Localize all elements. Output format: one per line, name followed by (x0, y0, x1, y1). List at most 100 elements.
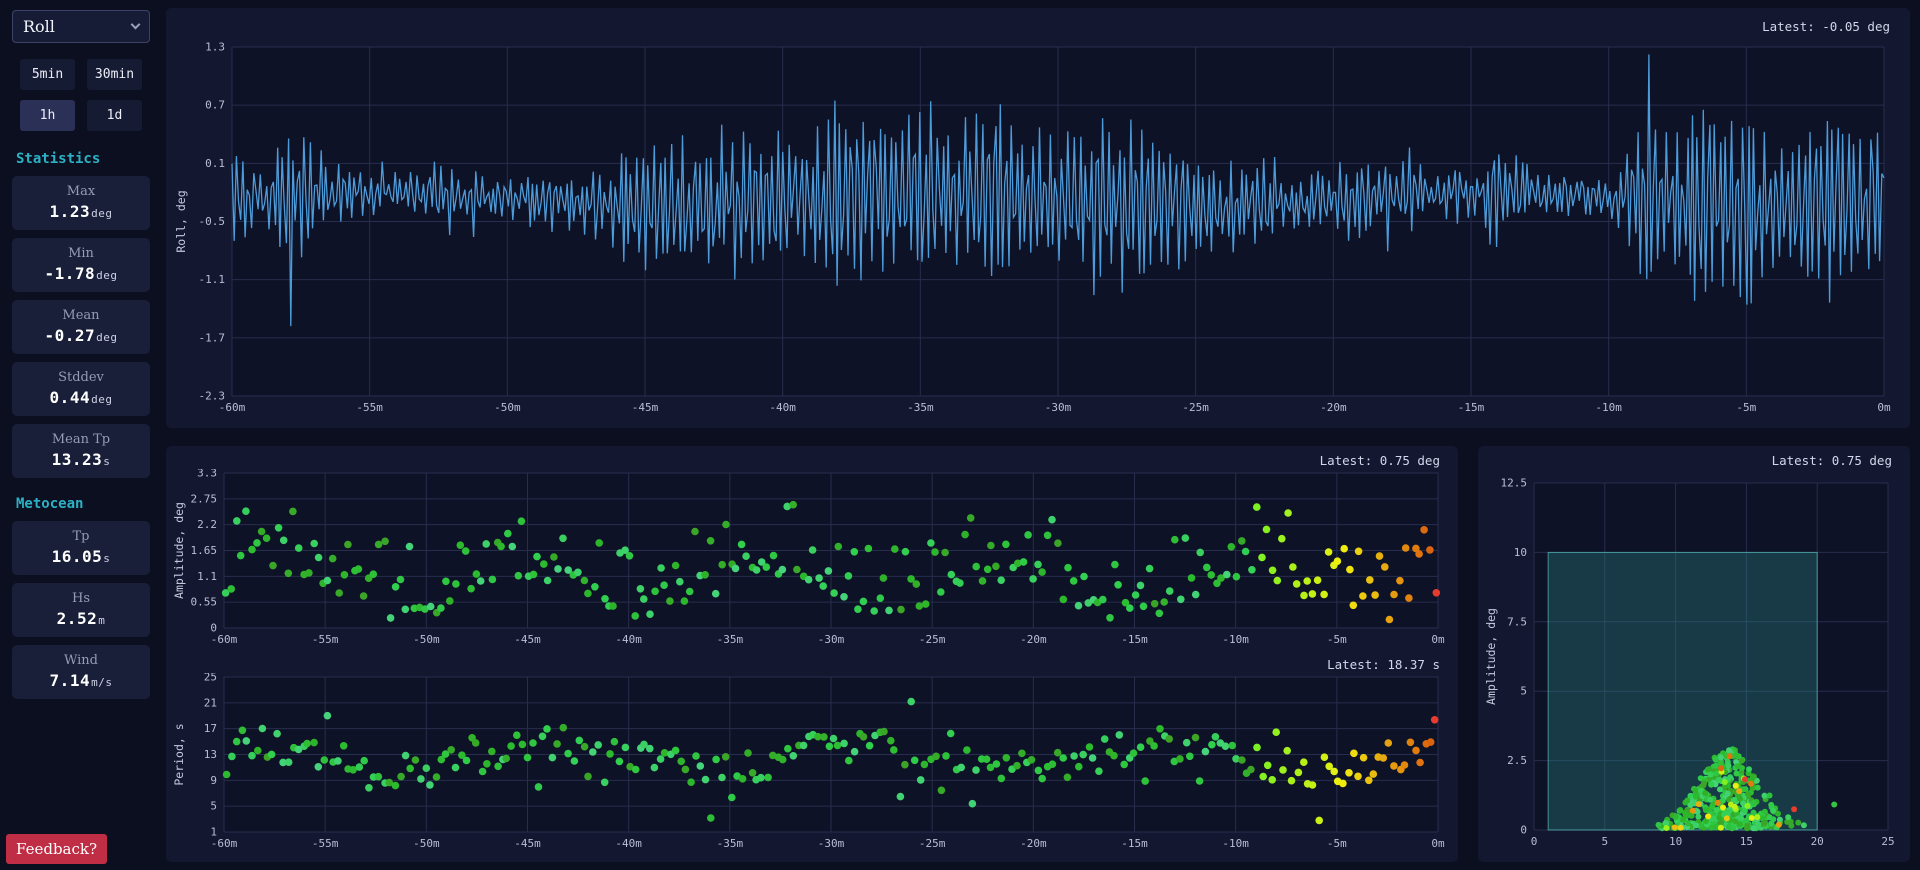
stat-label: Stddev (58, 370, 104, 385)
stat-value: -0.27deg (44, 326, 118, 345)
svg-text:10: 10 (1514, 546, 1527, 559)
svg-text:0m: 0m (1431, 633, 1445, 646)
metocean-cards: Tp 16.05s Hs 2.52m Wind 7.14m/s (12, 521, 150, 699)
svg-text:25: 25 (1881, 835, 1894, 848)
svg-text:-2.3: -2.3 (199, 390, 226, 403)
svg-text:-45m: -45m (514, 633, 541, 646)
svg-text:-20m: -20m (1020, 633, 1047, 646)
svg-text:-40m: -40m (769, 401, 796, 414)
svg-text:-35m: -35m (717, 837, 744, 850)
amplitude-vs-period-chart[interactable]: 0 5 10 15 20 25 0 2.5 5 7.5 10 12.5 Amplitude, deg (1484, 469, 1900, 854)
svg-text:-10m: -10m (1595, 401, 1622, 414)
svg-text:0.1: 0.1 (205, 157, 225, 170)
range-button-5min[interactable]: 5min (20, 59, 75, 90)
amplitude-period-panel: Latest: 0.75 deg -60m -55m -50m -45m -40m -35… (166, 446, 1458, 862)
svg-text:-20m: -20m (1020, 837, 1047, 850)
time-range-group: 5min 30min 1h 1d (12, 59, 150, 131)
svg-text:-1.1: -1.1 (199, 273, 226, 286)
svg-text:-55m: -55m (312, 837, 339, 850)
svg-text:5: 5 (210, 800, 217, 813)
svg-text:13: 13 (204, 748, 217, 761)
svg-text:10: 10 (1669, 835, 1682, 848)
stat-label: Tp (72, 529, 90, 544)
svg-text:0m: 0m (1431, 837, 1445, 850)
svg-text:-60m: -60m (219, 401, 246, 414)
dashboard-root: Roll 5min 30min 1h 1d Statistics Max 1.23deg… (0, 0, 1920, 870)
svg-text:1.1: 1.1 (197, 570, 217, 583)
latest-amp-period-label: Latest: 0.75 deg (1771, 453, 1892, 468)
svg-text:-1.7: -1.7 (199, 331, 226, 344)
statistics-card-min: Min -1.78deg (12, 238, 150, 292)
svg-text:-30m: -30m (1045, 401, 1072, 414)
range-button-30min[interactable]: 30min (87, 59, 142, 90)
svg-text:-10m: -10m (1222, 633, 1249, 646)
svg-text:1.3: 1.3 (205, 41, 225, 54)
svg-text:-40m: -40m (615, 837, 642, 850)
stat-label: Mean (62, 308, 100, 323)
svg-text:-45m: -45m (514, 837, 541, 850)
svg-text:Period, s: Period, s (172, 723, 186, 785)
svg-text:9: 9 (210, 774, 217, 787)
period-scatter-chart[interactable]: -60m -55m -50m -45m -40m -35m -30m -25m -20m -15m… (172, 673, 1448, 856)
svg-text:17: 17 (204, 722, 217, 735)
svg-text:5: 5 (1520, 685, 1527, 698)
main-content: Latest: -0.05 deg -60m -55m -50m -45m -40m -3… (166, 8, 1910, 862)
svg-text:-10m: -10m (1222, 837, 1249, 850)
svg-text:-5m: -5m (1327, 837, 1347, 850)
svg-text:2.75: 2.75 (191, 492, 218, 505)
stat-label: Mean Tp (51, 432, 111, 447)
channel-select[interactable]: Roll (12, 10, 150, 43)
metocean-card-hs: Hs 2.52m (12, 583, 150, 637)
feedback-button[interactable]: Feedback? (6, 834, 108, 864)
amplitude-scatter-chart[interactable]: -60m -55m -50m -45m -40m -35m -30m -25m -20m -15m… (172, 469, 1448, 652)
svg-text:-35m: -35m (907, 401, 934, 414)
range-button-1d[interactable]: 1d (87, 100, 142, 131)
svg-text:-25m: -25m (919, 633, 946, 646)
chevron-down-icon (130, 19, 141, 30)
svg-text:Amplitude, deg: Amplitude, deg (172, 502, 186, 599)
latest-roll-label: Latest: -0.05 deg (1762, 19, 1890, 34)
roll-timeseries-chart[interactable]: -60m -55m -50m -45m -40m -35m -30m -25m -20m -15m… (174, 35, 1898, 422)
svg-text:-30m: -30m (818, 837, 845, 850)
metocean-card-wind: Wind 7.14m/s (12, 645, 150, 699)
stat-value: 2.52m (56, 609, 106, 628)
channel-select-value: Roll (23, 17, 55, 36)
range-button-1h[interactable]: 1h (20, 100, 75, 131)
statistics-heading: Statistics (16, 151, 101, 167)
period-chart-block: Latest: 18.37 s -60m -55m -50m -45m -40m -35m… (172, 652, 1448, 856)
svg-text:1.65: 1.65 (191, 544, 218, 557)
stat-value: 1.23deg (49, 202, 113, 221)
svg-text:-60m: -60m (211, 633, 238, 646)
svg-text:3.3: 3.3 (197, 469, 217, 480)
bottom-row: Latest: 0.75 deg -60m -55m -50m -45m -40m -35… (166, 446, 1910, 862)
svg-text:0: 0 (210, 622, 217, 635)
latest-amplitude-label: Latest: 0.75 deg (1319, 453, 1440, 468)
svg-text:21: 21 (204, 696, 217, 709)
svg-text:25: 25 (204, 673, 217, 684)
svg-text:-0.5: -0.5 (199, 215, 226, 228)
svg-text:-5m: -5m (1736, 401, 1756, 414)
svg-text:-40m: -40m (615, 633, 642, 646)
amplitude-chart-block: Latest: 0.75 deg -60m -55m -50m -45m -40m -35… (172, 448, 1448, 652)
amplitude-vs-period-panel: Latest: 0.75 deg 0 5 10 15 20 25 0 2.5 5 7.5 10 12.… (1478, 446, 1910, 862)
svg-text:-50m: -50m (413, 633, 440, 646)
svg-text:0: 0 (1520, 824, 1527, 837)
svg-text:5: 5 (1601, 835, 1608, 848)
statistics-cards: Max 1.23deg Min -1.78deg Mean -0.27deg Stddev 0… (12, 176, 150, 478)
statistics-card-mean: Mean -0.27deg (12, 300, 150, 354)
svg-text:0.7: 0.7 (205, 99, 225, 112)
svg-text:1: 1 (210, 826, 217, 839)
roll-chart-panel: Latest: -0.05 deg -60m -55m -50m -45m -40m -3… (166, 8, 1910, 428)
metocean-card-tp: Tp 16.05s (12, 521, 150, 575)
svg-text:-5m: -5m (1327, 633, 1347, 646)
svg-text:-50m: -50m (413, 837, 440, 850)
svg-text:15: 15 (1740, 835, 1753, 848)
stat-value: 13.23s (51, 450, 111, 469)
svg-text:7.5: 7.5 (1507, 615, 1527, 628)
svg-text:-55m: -55m (312, 633, 339, 646)
stat-label: Min (68, 246, 94, 261)
svg-text:0m: 0m (1877, 401, 1891, 414)
metocean-heading: Metocean (16, 496, 84, 512)
sidebar: Roll 5min 30min 1h 1d Statistics Max 1.23deg… (10, 8, 152, 862)
stat-label: Wind (64, 653, 98, 668)
